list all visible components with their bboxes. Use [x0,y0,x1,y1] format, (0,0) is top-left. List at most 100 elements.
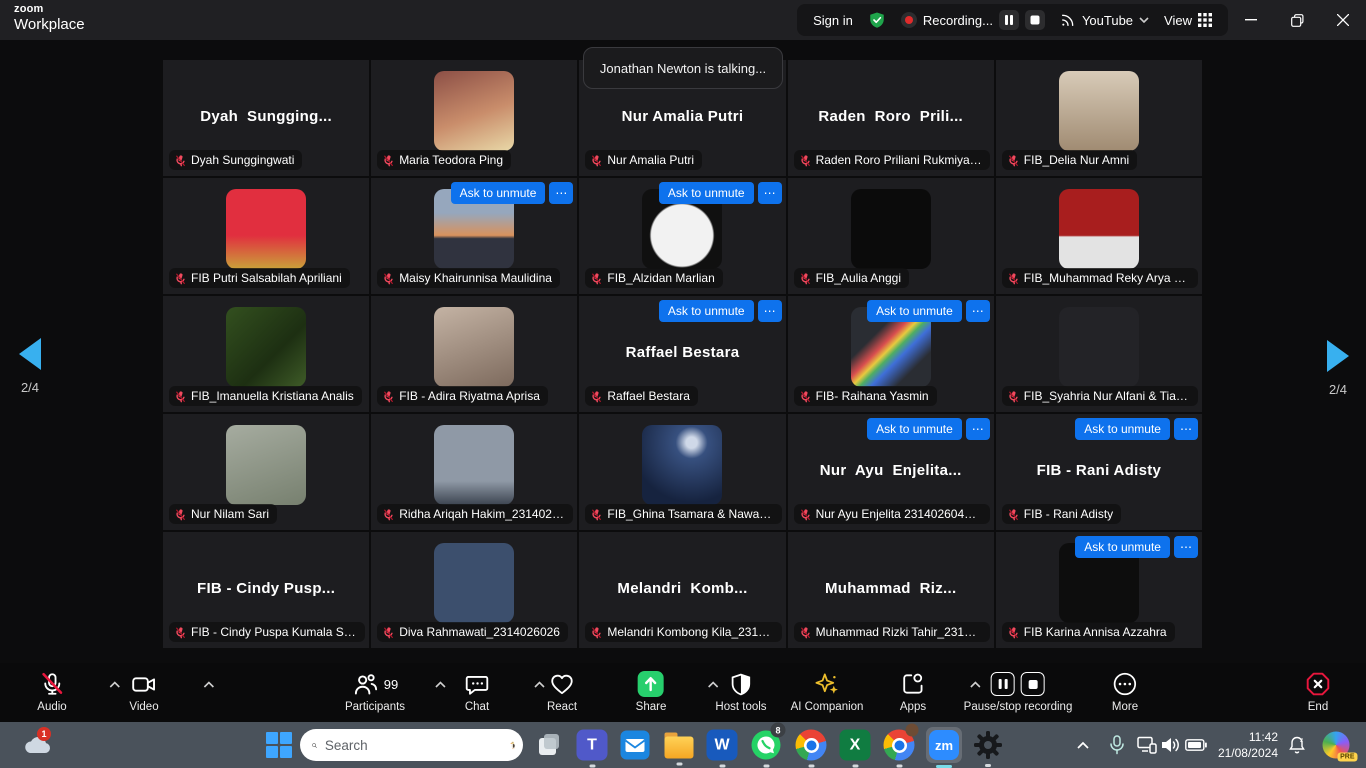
copilot-tray-icon[interactable]: PRE [1323,732,1350,759]
settings-gear-icon[interactable] [973,730,1003,760]
tray-battery-icon[interactable] [1185,739,1207,751]
chrome-icon[interactable] [796,730,827,761]
tray-display-icon[interactable] [1137,736,1157,754]
participant-name-label: FIB_Alzidan Marlian [607,271,714,285]
next-page-control[interactable]: 2/4 [1316,340,1360,397]
pause-recording-icon[interactable] [999,10,1019,30]
pause-stop-recording-button[interactable]: Pause/stop recording [964,669,1073,713]
ai-companion-button[interactable]: AI Companion [791,669,864,713]
tray-microphone-icon[interactable] [1109,735,1125,755]
sign-in-button[interactable]: Sign in [813,13,853,28]
svg-text:z: z [1300,737,1303,744]
tray-time: 11:42 [1218,729,1278,745]
more-button[interactable]: More [1112,669,1138,713]
muted-mic-icon [799,626,812,639]
participant-tile: FIB_Syahria Nur Alfani & Tiara... [996,296,1202,412]
tray-volume-icon[interactable] [1161,736,1181,754]
participant-display-name: FIB - Rani Adisty [996,462,1202,479]
participants-button[interactable]: 99 Participants [345,669,405,713]
tile-more-button[interactable]: ⋯ [758,182,782,204]
ask-to-unmute-button[interactable]: Ask to unmute [1075,536,1170,558]
participant-avatar [434,71,514,151]
participants-caret-icon[interactable] [435,681,446,688]
tray-chevron-icon[interactable] [1077,741,1089,749]
participant-avatar [1059,307,1139,387]
teams-icon[interactable]: T [577,730,608,761]
participant-tile: Nur Nilam Sari [163,414,369,530]
end-button[interactable]: End [1305,669,1331,713]
recording-indicator: Recording... [901,10,1045,30]
participant-name-pill: FIB_Aulia Anggi [794,268,909,288]
chevron-down-icon [1139,17,1149,23]
next-page-arrow-icon[interactable] [1327,340,1349,372]
participant-avatar [434,543,514,623]
task-view-icon[interactable] [536,732,562,758]
tile-more-button[interactable]: ⋯ [1174,418,1198,440]
ask-to-unmute-button[interactable]: Ask to unmute [867,300,962,322]
audio-button[interactable]: Audio [37,669,66,713]
muted-mic-icon [1007,508,1020,521]
end-meeting-icon [1305,671,1331,697]
title-bar: zoom Workplace Sign in Recording... [0,0,1366,40]
start-button[interactable] [266,732,292,758]
restore-button[interactable] [1274,0,1320,40]
muted-mic-icon [1007,154,1020,167]
page-indicator-right: 2/4 [1316,382,1360,397]
participant-tile: Ask to unmute⋯ FIB- Raihana Yasmin [788,296,994,412]
participant-tile: Ask to unmute⋯Maisy Khairunnisa Maulidin… [371,178,577,294]
search-input[interactable] [325,738,502,753]
close-button[interactable] [1320,0,1366,40]
file-explorer-icon[interactable] [665,732,694,759]
video-caret-icon[interactable] [203,681,214,688]
participant-name-label: FIB Putri Salsabilah Apriliani [191,271,342,285]
zoom-taskbar-icon[interactable]: zm [926,727,962,763]
participant-display-name: Raden Roro Prili... [788,108,994,125]
video-button[interactable]: Video [129,669,158,713]
mail-icon[interactable] [620,730,651,761]
chat-caret-icon[interactable] [534,681,545,688]
notification-bell-icon[interactable]: z [1287,735,1307,755]
taskbar-search[interactable] [300,729,523,761]
chat-button[interactable]: Chat [464,669,490,713]
ask-to-unmute-button[interactable]: Ask to unmute [451,182,546,204]
whatsapp-icon[interactable]: 8 [751,730,782,761]
tile-more-button[interactable]: ⋯ [758,300,782,322]
security-shield-icon[interactable] [868,11,886,29]
live-stream-control[interactable]: YouTube [1060,12,1149,28]
audio-caret-icon[interactable] [109,681,120,688]
participant-name-label: Diva Rahmawati_2314026026 [399,625,560,639]
ask-to-unmute-button[interactable]: Ask to unmute [659,182,754,204]
tile-more-button[interactable]: ⋯ [966,418,990,440]
ask-to-unmute-button[interactable]: Ask to unmute [659,300,754,322]
ask-to-unmute-button[interactable]: Ask to unmute [867,418,962,440]
stop-recording-icon[interactable] [1025,10,1045,30]
chrome-profile-icon[interactable] [884,730,915,761]
participant-name-pill: Ridha Ariqah Hakim_2314026... [377,504,573,524]
word-icon[interactable]: W [707,730,738,761]
previous-page-control[interactable]: 2/4 [8,338,52,395]
participant-avatar [434,307,514,387]
pause-recording-toolbar-icon[interactable] [991,672,1015,696]
participant-display-name: FIB - Cindy Pusp... [163,580,369,597]
stop-recording-toolbar-icon[interactable] [1021,672,1045,696]
participant-name-pill: Nur Amalia Putri [585,150,702,170]
muted-mic-icon [174,154,187,167]
react-button[interactable]: React [547,669,577,713]
ask-to-unmute-button[interactable]: Ask to unmute [1075,418,1170,440]
onedrive-tray-icon[interactable]: 1 [23,735,51,755]
participant-name-pill: Maria Teodora Ping [377,150,511,170]
apps-button[interactable]: Apps [900,669,926,713]
view-control[interactable]: View [1164,13,1212,28]
tile-more-button[interactable]: ⋯ [549,182,573,204]
excel-icon[interactable]: X [840,730,871,761]
tile-more-button[interactable]: ⋯ [966,300,990,322]
tile-more-button[interactable]: ⋯ [1174,536,1198,558]
minimize-button[interactable] [1228,0,1274,40]
previous-page-arrow-icon[interactable] [19,338,41,370]
speaker-toast: Jonathan Newton is talking... [583,47,783,89]
host-tools-button[interactable]: Host tools [715,669,766,713]
share-button[interactable]: Share [636,669,667,713]
participant-name-label: FIB- Raihana Yasmin [816,389,929,403]
tray-clock[interactable]: 11:42 21/08/2024 [1218,729,1278,761]
participant-name-label: Raden Roro Priliani Rukmiyanti [816,153,982,167]
